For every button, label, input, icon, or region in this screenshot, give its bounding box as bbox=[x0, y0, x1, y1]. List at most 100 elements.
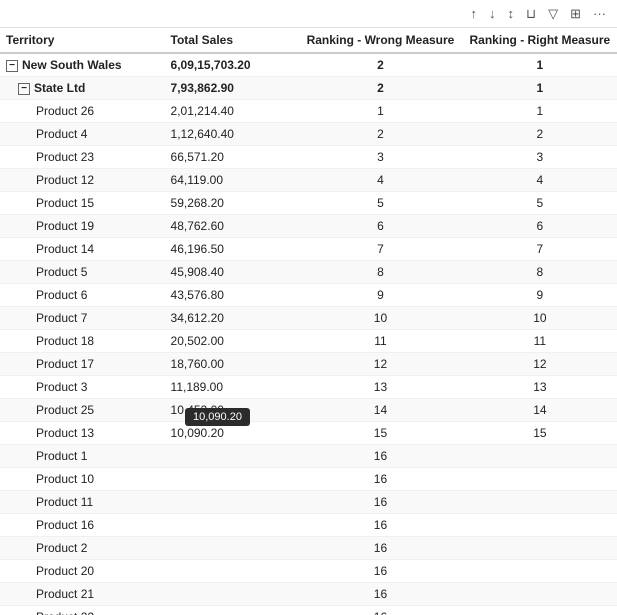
cell-right-rank: 4 bbox=[463, 169, 617, 192]
table-row: Product 262,01,214.4011 bbox=[0, 100, 617, 123]
col-total-sales[interactable]: Total Sales bbox=[165, 28, 299, 53]
cell-wrong-rank: 12 bbox=[298, 353, 463, 376]
cell-territory: Product 18 bbox=[0, 330, 165, 353]
cell-wrong-rank: 16 bbox=[298, 445, 463, 468]
cell-territory: −State Ltd bbox=[0, 77, 165, 100]
cell-wrong-rank: 3 bbox=[298, 146, 463, 169]
table-row: −State Ltd7,93,862.9021 bbox=[0, 77, 617, 100]
cell-right-rank: 15 bbox=[463, 422, 617, 445]
sort-asc-icon[interactable]: ↑ bbox=[467, 4, 480, 23]
cell-wrong-rank: 14 bbox=[298, 399, 463, 422]
cell-territory: Product 15 bbox=[0, 192, 165, 215]
cell-wrong-rank: 16 bbox=[298, 606, 463, 615]
cell-right-rank: 1 bbox=[463, 77, 617, 100]
cell-total-sales: 43,576.80 bbox=[165, 284, 299, 307]
cell-right-rank bbox=[463, 491, 617, 514]
cell-wrong-rank: 11 bbox=[298, 330, 463, 353]
cell-territory: Product 3 bbox=[0, 376, 165, 399]
cell-territory: Product 23 bbox=[0, 146, 165, 169]
cell-wrong-rank: 16 bbox=[298, 560, 463, 583]
sort-both-icon[interactable]: ↕ bbox=[504, 4, 517, 23]
table-row: Product 1559,268.2055 bbox=[0, 192, 617, 215]
cell-wrong-rank: 16 bbox=[298, 468, 463, 491]
cell-wrong-rank: 9 bbox=[298, 284, 463, 307]
cell-total-sales bbox=[165, 468, 299, 491]
cell-right-rank: 2 bbox=[463, 123, 617, 146]
cell-total-sales: 7,93,862.90 bbox=[165, 77, 299, 100]
cell-wrong-rank: 2 bbox=[298, 53, 463, 77]
cell-territory: Product 13 bbox=[0, 422, 165, 445]
cell-territory: Product 11 bbox=[0, 491, 165, 514]
cell-right-rank: 8 bbox=[463, 261, 617, 284]
cell-territory: Product 10 bbox=[0, 468, 165, 491]
cell-wrong-rank: 2 bbox=[298, 77, 463, 100]
cell-total-sales bbox=[165, 560, 299, 583]
table-row: Product 20 16 bbox=[0, 560, 617, 583]
cell-right-rank: 14 bbox=[463, 399, 617, 422]
table-row: Product 311,189.001313 bbox=[0, 376, 617, 399]
cell-right-rank: 6 bbox=[463, 215, 617, 238]
cell-territory: Product 6 bbox=[0, 284, 165, 307]
cell-total-sales bbox=[165, 537, 299, 560]
cell-wrong-rank: 13 bbox=[298, 376, 463, 399]
cell-total-sales: 6,09,15,703.20 bbox=[165, 53, 299, 77]
cell-total-sales: 64,119.00 bbox=[165, 169, 299, 192]
cell-territory: Product 20 bbox=[0, 560, 165, 583]
cell-territory: Product 2 bbox=[0, 537, 165, 560]
cell-territory: Product 5 bbox=[0, 261, 165, 284]
table-row: Product 1 16 bbox=[0, 445, 617, 468]
cell-wrong-rank: 16 bbox=[298, 583, 463, 606]
cell-total-sales bbox=[165, 514, 299, 537]
table-row: Product 2 16 bbox=[0, 537, 617, 560]
expand-collapse-icon[interactable]: − bbox=[6, 60, 18, 72]
cell-total-sales: 10,090.20 bbox=[165, 422, 299, 445]
cell-total-sales: 1,12,640.40 bbox=[165, 123, 299, 146]
cell-total-sales: 10,452.00 bbox=[165, 399, 299, 422]
cell-wrong-rank: 16 bbox=[298, 491, 463, 514]
table-row: Product 10 16 bbox=[0, 468, 617, 491]
cell-right-rank: 1 bbox=[463, 100, 617, 123]
table-row: Product 1616 bbox=[0, 514, 617, 537]
filter-icon[interactable]: ▽ bbox=[545, 4, 561, 24]
cell-territory: Product 21 bbox=[0, 583, 165, 606]
table-row: Product 1948,762.6066 bbox=[0, 215, 617, 238]
table-row: Product 545,908.4088 bbox=[0, 261, 617, 284]
cell-wrong-rank: 15 bbox=[298, 422, 463, 445]
expand-icon[interactable]: ⊔ bbox=[523, 4, 539, 24]
cell-total-sales: 34,612.20 bbox=[165, 307, 299, 330]
table-header-row: Territory Total Sales Ranking - Wrong Me… bbox=[0, 28, 617, 53]
table-row: Product 1718,760.001212 bbox=[0, 353, 617, 376]
cell-territory: Product 17 bbox=[0, 353, 165, 376]
expand-collapse-icon[interactable]: − bbox=[18, 83, 30, 95]
col-right-measure[interactable]: Ranking - Right Measure bbox=[463, 28, 617, 53]
cell-wrong-rank: 7 bbox=[298, 238, 463, 261]
cell-wrong-rank: 16 bbox=[298, 537, 463, 560]
cell-wrong-rank: 10 bbox=[298, 307, 463, 330]
cell-territory: Product 14 bbox=[0, 238, 165, 261]
cell-right-rank bbox=[463, 537, 617, 560]
cell-territory: Product 7 bbox=[0, 307, 165, 330]
cell-wrong-rank: 4 bbox=[298, 169, 463, 192]
table-row: Product 1310,090.201515 bbox=[0, 422, 617, 445]
cell-total-sales: 20,502.00 bbox=[165, 330, 299, 353]
table-container: Territory Total Sales Ranking - Wrong Me… bbox=[0, 28, 617, 615]
cell-total-sales: 45,908.40 bbox=[165, 261, 299, 284]
cell-territory: Product 25 bbox=[0, 399, 165, 422]
more-options-icon[interactable]: ··· bbox=[590, 4, 609, 23]
cell-total-sales bbox=[165, 491, 299, 514]
cell-total-sales: 66,571.20 bbox=[165, 146, 299, 169]
sort-desc-icon[interactable]: ↓ bbox=[486, 4, 499, 23]
cell-territory: Product 16 bbox=[0, 514, 165, 537]
table-row: Product 21 16 bbox=[0, 583, 617, 606]
table-row: Product 643,576.8099 bbox=[0, 284, 617, 307]
cell-right-rank: 9 bbox=[463, 284, 617, 307]
cell-territory: Product 1 bbox=[0, 445, 165, 468]
cell-right-rank: 12 bbox=[463, 353, 617, 376]
cell-right-rank bbox=[463, 445, 617, 468]
col-wrong-measure[interactable]: Ranking - Wrong Measure bbox=[298, 28, 463, 53]
cell-territory: Product 4 bbox=[0, 123, 165, 146]
col-territory[interactable]: Territory bbox=[0, 28, 165, 53]
grid-icon[interactable]: ⊞ bbox=[567, 4, 584, 24]
table-row: Product 41,12,640.4022 bbox=[0, 123, 617, 146]
cell-wrong-rank: 1 bbox=[298, 100, 463, 123]
